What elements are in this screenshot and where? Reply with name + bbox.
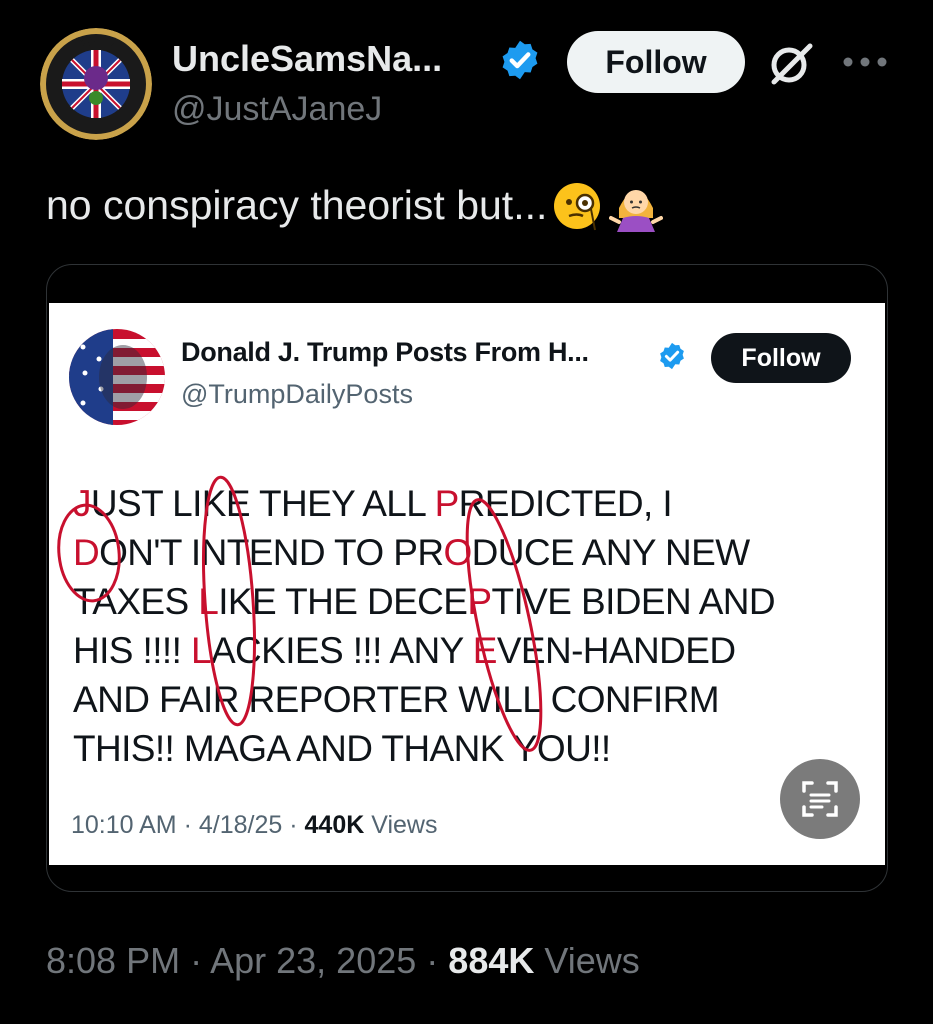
- more-options-icon[interactable]: [842, 56, 888, 68]
- embedded-author-handle: @TrumpDailyPosts: [181, 379, 413, 409]
- author-display-name[interactable]: UncleSamsNa...: [172, 38, 442, 80]
- embedded-post-line: AND FAIR REPORTER WILL CONFIRM: [73, 679, 720, 720]
- author-avatar[interactable]: NAFO: [40, 28, 152, 140]
- verified-badge-icon: [502, 40, 538, 80]
- tweet-time[interactable]: 8:08 PM: [46, 940, 180, 981]
- quoted-media-card[interactable]: Donald J. Trump Posts From H... @TrumpDa…: [46, 264, 888, 892]
- tweet-text: no conspiracy theorist but...: [46, 178, 664, 232]
- embedded-follow-button: Follow: [711, 333, 851, 383]
- person-shrugging-icon: [609, 190, 664, 232]
- views-label: Views: [544, 940, 640, 981]
- avatar-logo-text: NAFO: [78, 34, 115, 49]
- embedded-post-line: JUST LIKE THEY ALL PREDICTED, I: [73, 483, 673, 524]
- tweet-text-content: no conspiracy theorist but...: [46, 181, 548, 228]
- embedded-verified-badge-icon: [660, 342, 684, 370]
- embedded-author-name: Donald J. Trump Posts From H...: [181, 337, 589, 367]
- embedded-post-line: DON'T INTEND TO PRODUCE ANY NEW: [73, 532, 750, 573]
- tweet-date[interactable]: Apr 23, 2025: [210, 940, 416, 981]
- grok-icon[interactable]: [766, 38, 816, 88]
- follow-button[interactable]: Follow: [567, 31, 745, 93]
- embedded-post-meta: 10:10 AM · 4/18/25 · 440K Views: [71, 811, 438, 839]
- author-handle[interactable]: @JustAJaneJ: [172, 90, 382, 129]
- face-with-monocle-icon: [554, 183, 601, 231]
- screenshot-image[interactable]: Donald J. Trump Posts From H... @TrumpDa…: [49, 303, 885, 865]
- embedded-post-body: JUST LIKE THEY ALL PREDICTED, I DON'T IN…: [73, 479, 863, 773]
- text-scan-icon[interactable]: [780, 759, 860, 839]
- embedded-post-line: THIS!! MAGA AND THANK YOU!!: [73, 728, 611, 769]
- embedded-post-line: TAXES LIKE THE DECEPTIVE BIDEN AND: [73, 581, 776, 622]
- embedded-post-line: HIS !!!! LACKIES !!! ANY EVEN-HANDED: [73, 630, 736, 671]
- tweet-meta: 8:08 PM · Apr 23, 2025 · 884K Views: [46, 940, 640, 981]
- embedded-author-avatar: [69, 329, 165, 425]
- views-count[interactable]: 884K: [448, 940, 534, 981]
